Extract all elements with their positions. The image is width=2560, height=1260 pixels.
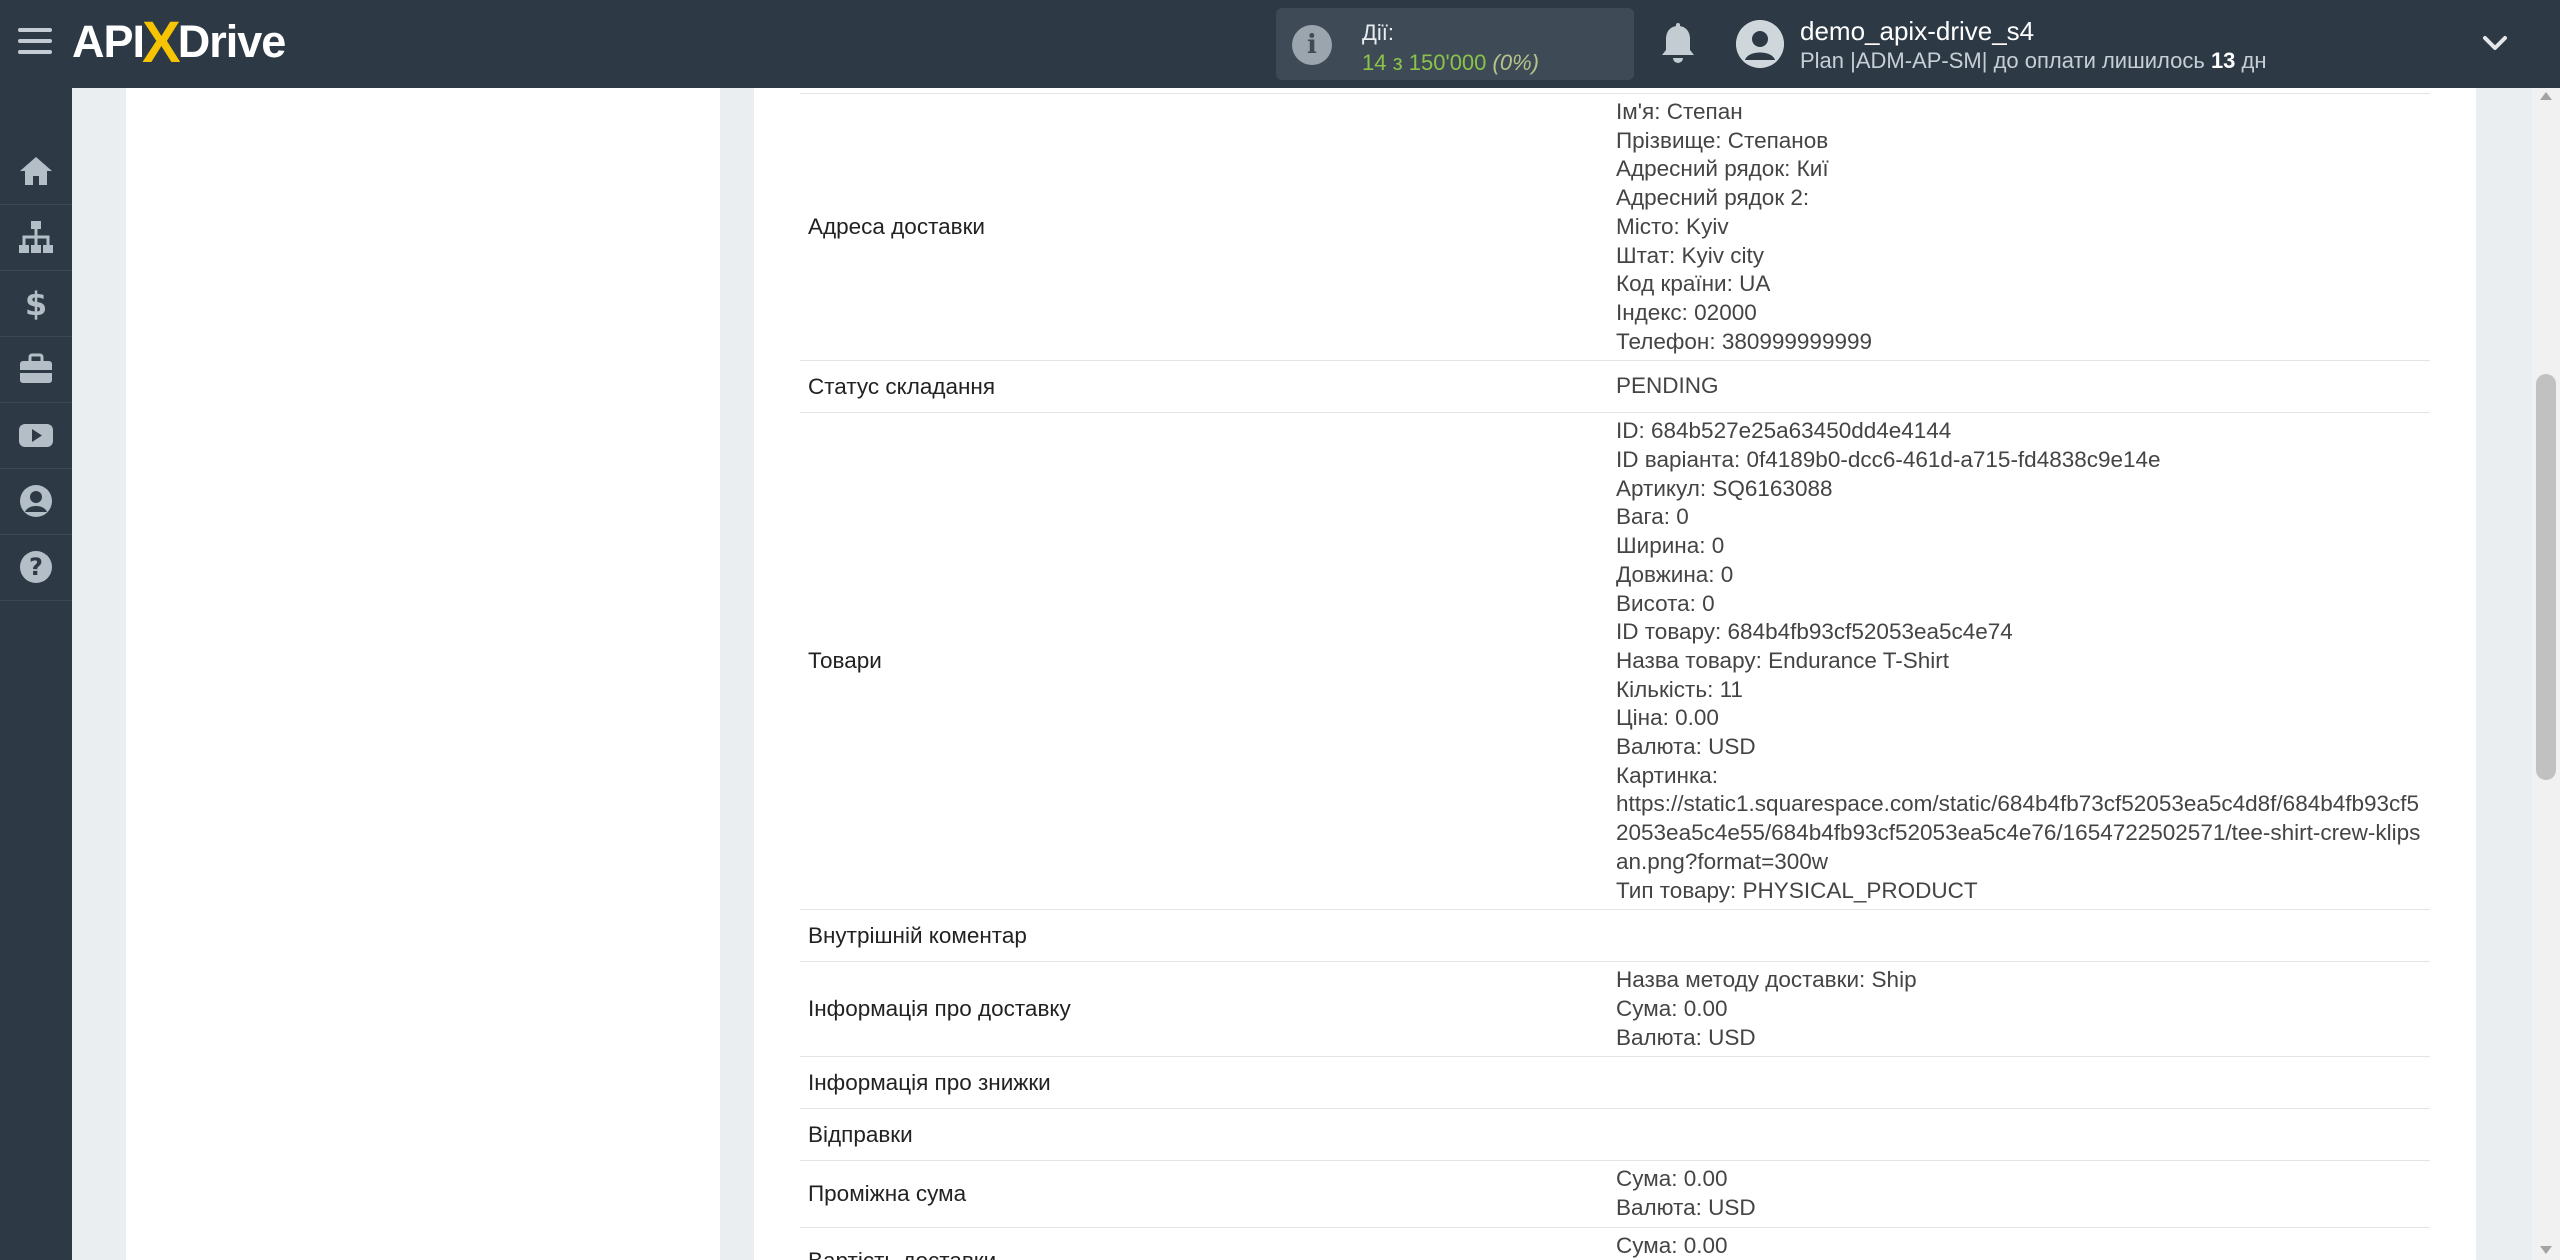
sidebar-item-billing[interactable]: $ bbox=[0, 270, 72, 337]
field-row: Адреса доставки Ім'я: Степан Прізвище: Сте… bbox=[800, 92, 2430, 361]
field-value-line: Валюта: USD bbox=[1616, 1024, 1756, 1050]
field-label: Вартість доставки bbox=[800, 1226, 1616, 1260]
field-value-line: Прізвище: Степанов bbox=[1616, 127, 1829, 153]
home-icon bbox=[20, 157, 52, 185]
field-value-line: Адресний рядок 2: bbox=[1616, 185, 1810, 211]
field-value-line: Адресний рядок: Киї bbox=[1616, 156, 1829, 182]
sidebar-item-home[interactable] bbox=[0, 138, 72, 205]
user-avatar[interactable] bbox=[1736, 20, 1784, 68]
field-value-line: Місто: Kyiv bbox=[1616, 213, 1729, 239]
field-label: Внутрішній коментар bbox=[800, 909, 1616, 962]
field-value-line: Тип товару: PHYSICAL_PRODUCT bbox=[1616, 877, 1978, 903]
field-label: Товари bbox=[800, 412, 1616, 910]
svg-text:$: $ bbox=[25, 285, 47, 322]
fields-table: Адреса доставки Ім'я: Степан Прізвище: Сте… bbox=[800, 92, 2430, 1260]
field-row: Інформація про знижки bbox=[800, 1056, 2430, 1109]
field-value-line: Картинка: bbox=[1616, 762, 1719, 788]
field-value-line: Сума: 0.00 bbox=[1616, 1166, 1728, 1192]
scroll-thumb[interactable] bbox=[2536, 374, 2556, 780]
sidebar-item-services[interactable] bbox=[0, 336, 72, 403]
field-value-line: Ширина: 0 bbox=[1616, 533, 1725, 559]
dollar-icon: $ bbox=[25, 285, 47, 322]
scroll-down-arrow[interactable] bbox=[2540, 1246, 2552, 1254]
field-value-line: Назва товару: Endurance T-Shirt bbox=[1616, 647, 1950, 673]
field-value-line: Ціна: 0.00 bbox=[1616, 705, 1719, 731]
field-value: PENDING bbox=[1616, 360, 2430, 413]
briefcase-icon bbox=[20, 353, 52, 383]
field-row: Товари ID: 684b527e25a63450dd4e4144 ID вар… bbox=[800, 412, 2430, 910]
field-label: Інформація про доставку bbox=[800, 961, 1616, 1057]
field-row: Вартість доставкиСума: 0.00Валюта: USD bbox=[800, 1226, 2430, 1260]
main-panel: Адреса доставки Ім'я: Степан Прізвище: Сте… bbox=[754, 88, 2476, 1260]
sidebar-item-help[interactable]: ? bbox=[0, 534, 72, 601]
youtube-icon bbox=[19, 424, 53, 447]
field-value-line: Сума: 0.00 bbox=[1616, 1232, 1728, 1258]
field-value: Сума: 0.00 Валюта: USD bbox=[1616, 1160, 2430, 1228]
field-value-line: Валюта: USD bbox=[1616, 1195, 1756, 1221]
field-row: Відправки bbox=[800, 1108, 2430, 1161]
field-row: Проміжна сума Сума: 0.00 Валюта: USD bbox=[800, 1160, 2430, 1228]
field-value-line: Індекс: 02000 bbox=[1616, 299, 1757, 325]
actions-title: Дії: bbox=[1362, 20, 1395, 45]
field-value-line: Висота: 0 bbox=[1616, 590, 1715, 616]
apixdrive-logo[interactable]: API X Drive bbox=[72, 10, 286, 75]
sidebar-item-videos[interactable] bbox=[0, 402, 72, 469]
user-circle-icon bbox=[20, 485, 52, 517]
user-icon bbox=[1736, 20, 1784, 68]
field-row: Статус складання PENDING bbox=[800, 360, 2430, 413]
field-value-line: https://static1.squarespace.com/static/6… bbox=[1616, 791, 2421, 874]
field-value-line: Сума: 0.00 bbox=[1616, 995, 1728, 1021]
field-value bbox=[1616, 1108, 2430, 1161]
menu-toggle-icon[interactable] bbox=[18, 28, 52, 58]
field-value: ID: 684b527e25a63450dd4e4144 ID варіанта:… bbox=[1616, 412, 2430, 910]
help-icon: ? bbox=[20, 551, 52, 583]
field-value-line: Кількість: 11 bbox=[1616, 676, 1743, 702]
field-value-line: Штат: Kyiv city bbox=[1616, 242, 1765, 268]
info-icon: i bbox=[1292, 25, 1332, 65]
field-value-line: Код країни: UA bbox=[1616, 271, 1771, 297]
field-value-line: ID варіанта: 0f4189b0-dcc6-461d-a715-fd4… bbox=[1616, 447, 2161, 473]
user-name[interactable]: demo_apix-drive_s4 bbox=[1800, 16, 2034, 47]
field-value-line: Вага: 0 bbox=[1616, 504, 1689, 530]
field-value: Ім'я: Степан Прізвище: Степанов Адресний р… bbox=[1616, 92, 2430, 361]
left-panel bbox=[126, 88, 720, 1260]
sidebar-item-account[interactable] bbox=[0, 468, 72, 535]
field-value-line: ID: 684b527e25a63450dd4e4144 bbox=[1616, 418, 1952, 444]
field-row: Внутрішній коментар bbox=[800, 909, 2430, 962]
chevron-down-icon[interactable] bbox=[2480, 30, 2510, 56]
plan-info: Plan |ADM-AP-SM| до оплати лишилось 13 д… bbox=[1800, 48, 2267, 73]
field-value bbox=[1616, 1056, 2430, 1109]
field-value-line: Довжина: 0 bbox=[1616, 561, 1734, 587]
field-value-line: PENDING bbox=[1616, 373, 1719, 399]
field-value-line: ID товару: 684b4fb93cf52053ea5c4e74 bbox=[1616, 619, 2013, 645]
field-label: Статус складання bbox=[800, 360, 1616, 413]
sidebar: $ ? bbox=[0, 88, 72, 1260]
svg-text:?: ? bbox=[29, 553, 43, 581]
field-label: Відправки bbox=[800, 1108, 1616, 1161]
field-label: Проміжна сума bbox=[800, 1160, 1616, 1228]
notifications-bell-icon[interactable] bbox=[1658, 22, 1698, 66]
field-value bbox=[1616, 909, 2430, 962]
field-label: Інформація про знижки bbox=[800, 1056, 1616, 1109]
field-value-line: Валюта: USD bbox=[1616, 734, 1756, 760]
page-scrollbar[interactable] bbox=[2532, 88, 2560, 1260]
field-label: Адреса доставки bbox=[800, 92, 1616, 361]
field-row: Інформація про доставку Назва методу дост… bbox=[800, 961, 2430, 1057]
actions-count: 14 з 150'000 (0%) bbox=[1362, 50, 1539, 75]
field-value-line: Назва методу доставки: Ship bbox=[1616, 967, 1917, 993]
field-value: Сума: 0.00Валюта: USD bbox=[1616, 1226, 2430, 1260]
field-value-line: Артикул: SQ6163088 bbox=[1616, 475, 1833, 501]
sidebar-item-connections[interactable] bbox=[0, 204, 72, 271]
scroll-up-arrow[interactable] bbox=[2540, 92, 2552, 100]
field-value-line: Телефон: 380999999999 bbox=[1616, 328, 1873, 354]
field-value-line: Ім'я: Степан bbox=[1616, 99, 1743, 124]
sitemap-icon bbox=[19, 221, 53, 253]
actions-counter[interactable]: i Дії: 14 з 150'000 (0%) bbox=[1276, 8, 1634, 80]
field-value: Назва методу доставки: Ship Сума: 0.00 Вал… bbox=[1616, 961, 2430, 1057]
top-header: API X Drive i Дії: 14 з 150'000 (0%) demo_… bbox=[0, 0, 2560, 88]
